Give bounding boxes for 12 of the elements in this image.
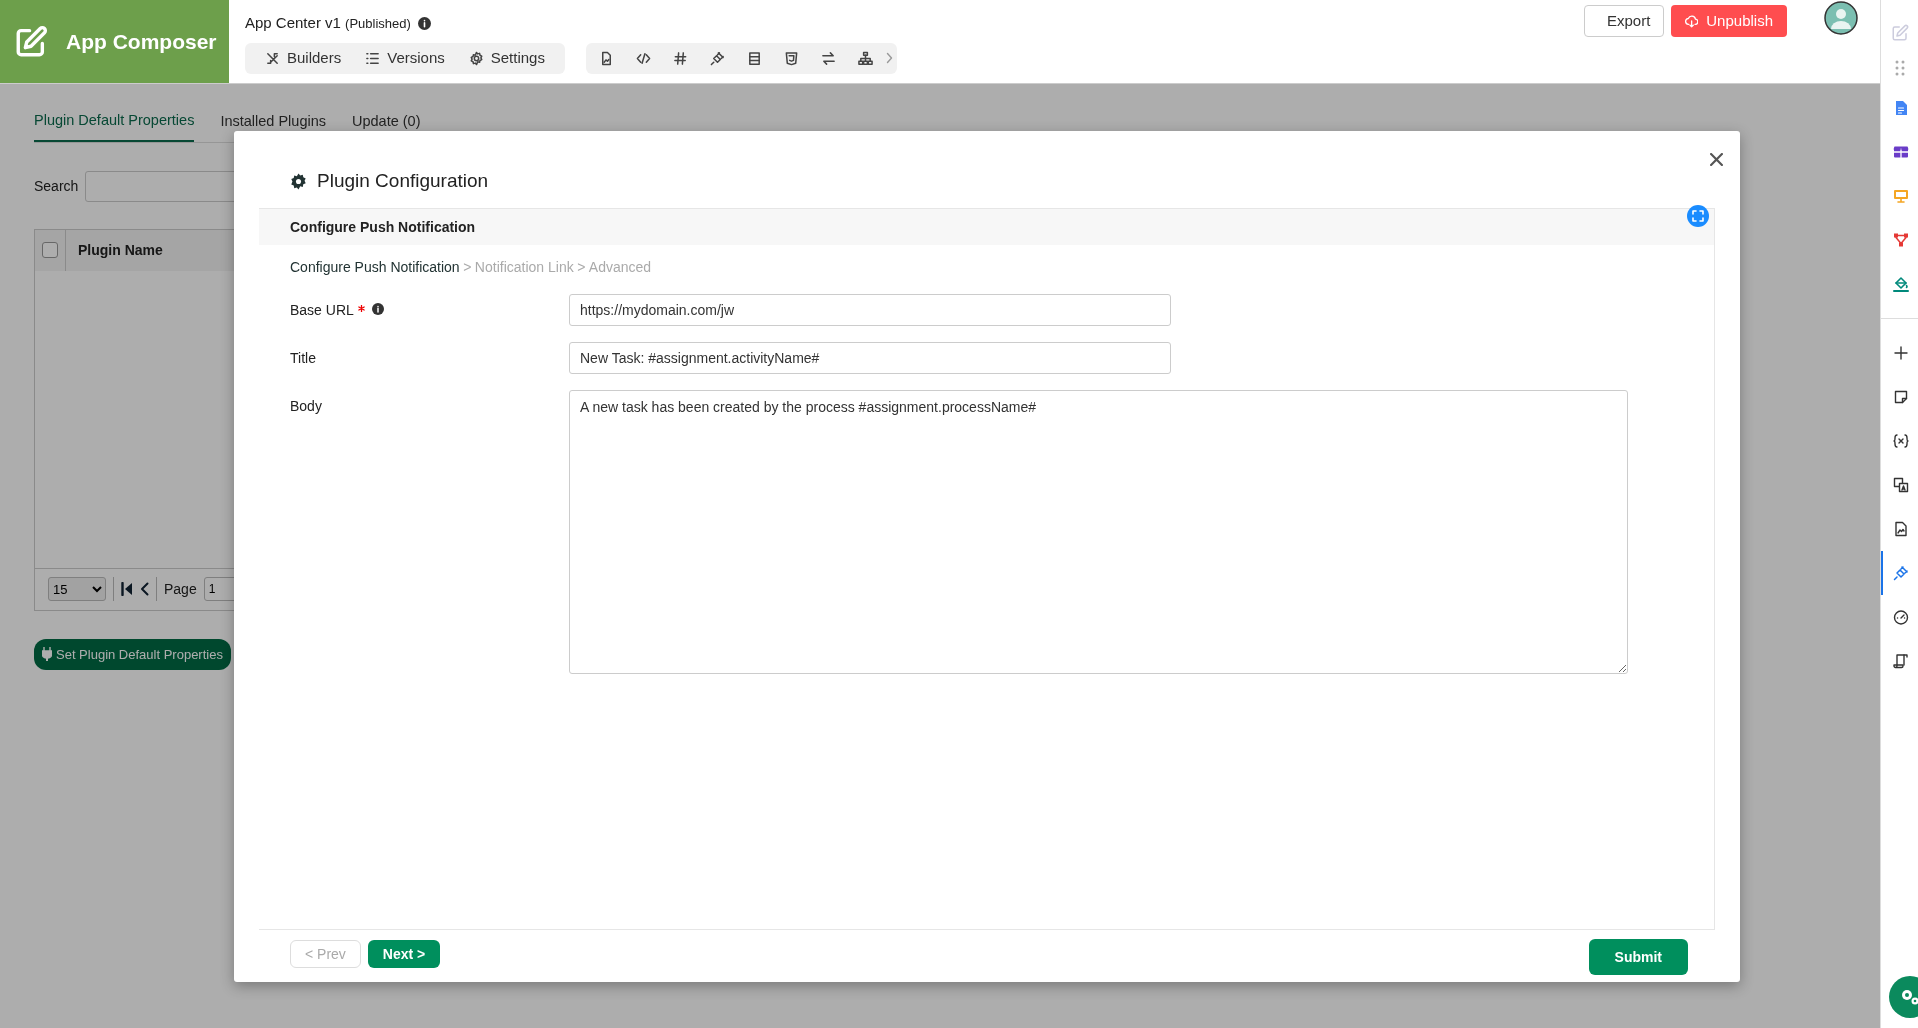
search-label: Search bbox=[34, 176, 79, 196]
column-header: Plugin Name bbox=[77, 240, 163, 260]
logo-title: App Composer bbox=[66, 28, 217, 55]
field-label: Title bbox=[290, 349, 316, 368]
breadcrumb-separator: > bbox=[577, 258, 586, 277]
page-label: Page bbox=[164, 579, 197, 599]
field-label: Body bbox=[290, 397, 322, 416]
modal-title: Plugin Configuration bbox=[317, 169, 489, 194]
app-title: App Center v1 (Published) bbox=[245, 13, 411, 33]
field-label: Base URL bbox=[290, 301, 354, 320]
breadcrumb-separator: > bbox=[463, 258, 472, 277]
section-title: Configure Push Notification bbox=[290, 217, 476, 237]
